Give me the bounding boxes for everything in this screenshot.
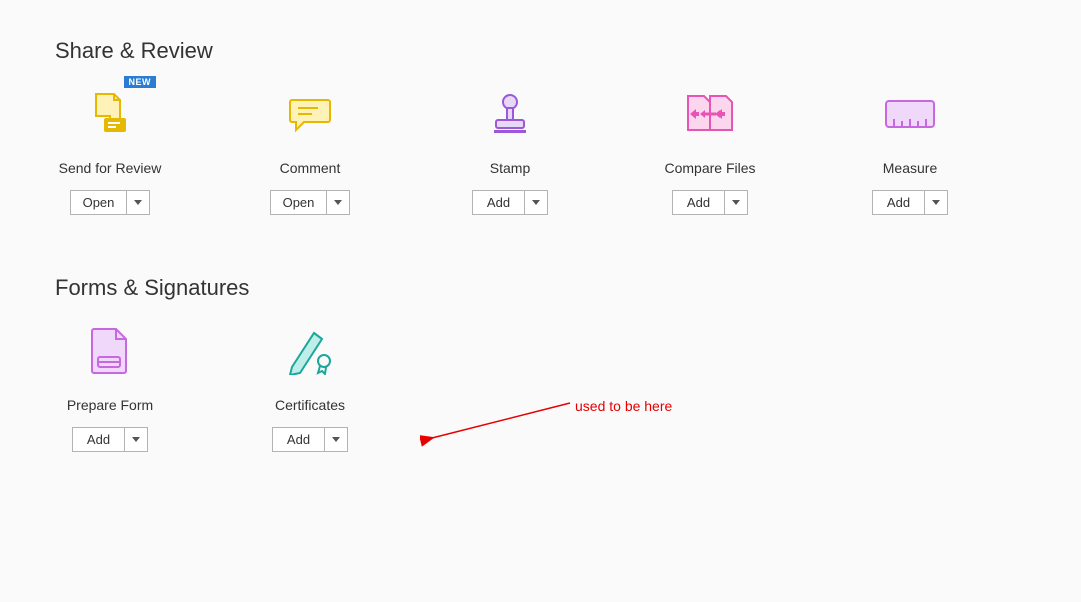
tool-send-for-review[interactable]: NEW Send for Review Open: [55, 82, 165, 215]
open-dropdown-button[interactable]: [126, 190, 150, 215]
tool-label: Prepare Form: [67, 397, 153, 413]
prepare-form-icon: [78, 319, 142, 383]
add-dropdown-button[interactable]: [124, 427, 148, 452]
chevron-down-icon: [134, 200, 142, 205]
chevron-down-icon: [334, 200, 342, 205]
chevron-down-icon: [332, 437, 340, 442]
send-for-review-icon: NEW: [78, 82, 142, 146]
add-button[interactable]: Add: [72, 427, 124, 452]
measure-icon: [878, 82, 942, 146]
chevron-down-icon: [732, 200, 740, 205]
add-button[interactable]: Add: [672, 190, 724, 215]
section-title-forms-signatures: Forms & Signatures: [55, 275, 1026, 301]
tool-label: Measure: [883, 160, 937, 176]
tool-comment[interactable]: Comment Open: [255, 82, 365, 215]
tool-certificates[interactable]: Certificates Add: [255, 319, 365, 452]
add-dropdown-button[interactable]: [724, 190, 748, 215]
compare-files-icon: [678, 82, 742, 146]
tool-stamp[interactable]: Stamp Add: [455, 82, 565, 215]
tool-label: Send for Review: [59, 160, 162, 176]
add-dropdown-button[interactable]: [924, 190, 948, 215]
open-button[interactable]: Open: [270, 190, 327, 215]
add-button[interactable]: Add: [272, 427, 324, 452]
badge-new: NEW: [124, 76, 157, 88]
add-dropdown-button[interactable]: [324, 427, 348, 452]
tool-prepare-form[interactable]: Prepare Form Add: [55, 319, 165, 452]
add-button[interactable]: Add: [872, 190, 924, 215]
tool-measure[interactable]: Measure Add: [855, 82, 965, 215]
stamp-icon: [478, 82, 542, 146]
comment-icon: [278, 82, 342, 146]
tool-row-forms-signatures: Prepare Form Add Certificates Add: [55, 319, 1026, 452]
open-button[interactable]: Open: [70, 190, 127, 215]
section-title-share-review: Share & Review: [55, 38, 1026, 64]
tool-label: Stamp: [490, 160, 530, 176]
open-dropdown-button[interactable]: [326, 190, 350, 215]
tool-compare-files[interactable]: Compare Files Add: [655, 82, 765, 215]
tool-label: Comment: [280, 160, 341, 176]
chevron-down-icon: [132, 437, 140, 442]
certificates-icon: [278, 319, 342, 383]
chevron-down-icon: [532, 200, 540, 205]
add-button[interactable]: Add: [472, 190, 524, 215]
add-dropdown-button[interactable]: [524, 190, 548, 215]
tool-row-share-review: NEW Send for Review Open Comment: [55, 82, 1026, 215]
chevron-down-icon: [932, 200, 940, 205]
tool-label: Certificates: [275, 397, 345, 413]
tool-label: Compare Files: [664, 160, 755, 176]
annotation-text: used to be here: [575, 398, 672, 414]
